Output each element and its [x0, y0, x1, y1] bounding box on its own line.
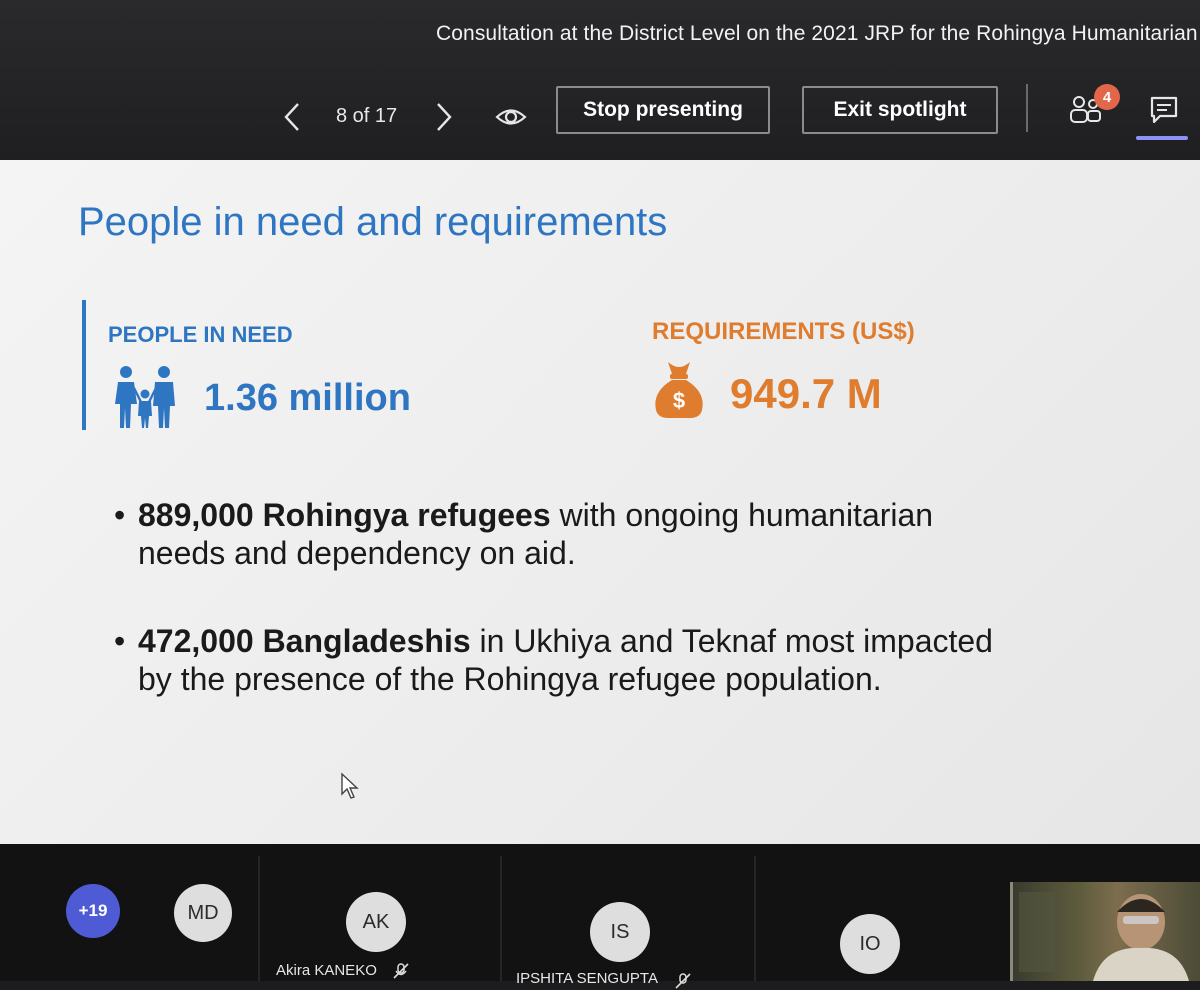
bullet-continuation: by the presence of the Rohingya refugee … [138, 661, 882, 697]
bullet-dot: • [114, 497, 126, 533]
more-participants-button[interactable]: +19 [66, 884, 120, 938]
video-feed [1019, 892, 1189, 981]
participants-count-badge: 4 [1094, 84, 1120, 110]
bullet-text: in Ukhiya and Teknaf most impacted [470, 623, 993, 659]
dollar-symbol: $ [673, 388, 685, 413]
bullet-dot: • [114, 623, 126, 659]
avatar[interactable]: MD [174, 884, 232, 942]
next-slide-button[interactable] [428, 100, 458, 134]
meeting-title: Consultation at the District Level on th… [436, 22, 1198, 45]
avatar[interactable]: AK [346, 892, 406, 952]
mouse-pointer-icon [341, 772, 359, 799]
bullet-bangladeshis: • 472,000 Bangladeshis in Ukhiya and Tekn… [114, 622, 1114, 698]
bullet-text: with ongoing humanitarian [550, 497, 934, 533]
accent-bar [82, 300, 86, 430]
mic-off-icon [393, 963, 409, 979]
eye-icon[interactable] [494, 100, 528, 134]
avatar[interactable]: IS [590, 902, 650, 962]
chevron-right-icon [437, 103, 452, 131]
bullet-continuation: needs and dependency on aid. [138, 535, 576, 571]
previous-slide-button[interactable] [278, 100, 308, 134]
chat-icon[interactable] [1146, 92, 1182, 128]
requirements-label: REQUIREMENTS (US$) [652, 318, 915, 345]
bullet-bold-text: 889,000 Rohingya refugees [138, 497, 551, 533]
shared-slide: People in need and requirements PEOPLE I… [0, 160, 1200, 844]
stop-presenting-button[interactable]: Stop presenting [556, 86, 770, 134]
tile-divider [258, 856, 260, 981]
slide-title: People in need and requirements [78, 200, 668, 244]
chat-active-indicator [1136, 136, 1188, 140]
mic-off-icon [675, 973, 691, 989]
tile-divider [500, 856, 502, 981]
toolbar-divider [1026, 84, 1028, 132]
exit-spotlight-button[interactable]: Exit spotlight [802, 86, 998, 134]
people-in-need-label: PEOPLE IN NEED [108, 322, 293, 347]
participant-name: Akira KANEKO [276, 962, 377, 979]
people-in-need-value: 1.36 million [204, 377, 411, 419]
requirements-value: 949.7 M [730, 370, 882, 417]
bullet-bold-text: 472,000 Bangladeshis [138, 623, 471, 659]
avatar[interactable]: IO [840, 914, 900, 974]
tile-divider [754, 856, 756, 981]
chevron-left-icon [284, 103, 299, 131]
family-icon [115, 366, 175, 428]
participant-video-tile[interactable] [1010, 882, 1200, 981]
slide-counter: 8 of 17 [336, 105, 398, 127]
participant-name: IPSHITA SENGUPTA [516, 970, 658, 987]
participant-strip: +19 MD AK Akira KANEKO IS IPSHITA SENGUP… [0, 844, 1200, 989]
bullet-rohingya-refugees: • 889,000 Rohingya refugees with ongoing … [114, 496, 1114, 572]
money-bag-icon: $ [655, 362, 703, 418]
meeting-top-bar: Consultation at the District Level on th… [0, 0, 1200, 160]
